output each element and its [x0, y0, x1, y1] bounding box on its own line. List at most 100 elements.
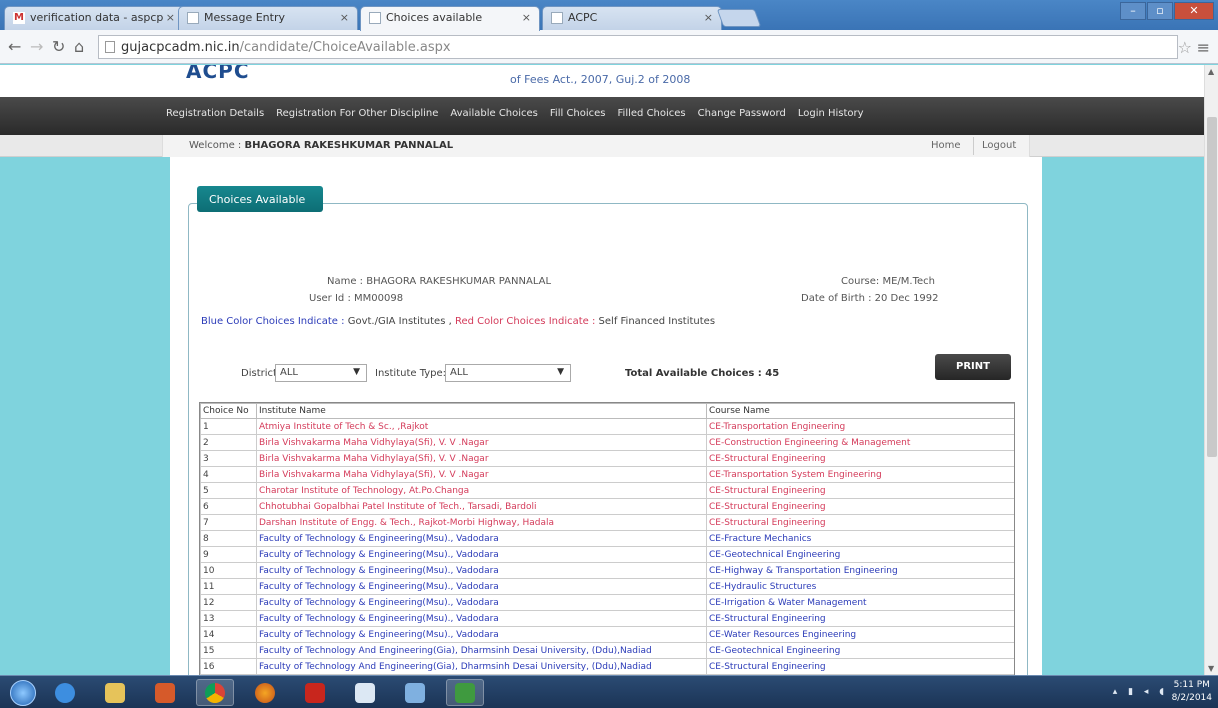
taskbar-ie[interactable] [46, 679, 84, 706]
course-name: CE-Structural Engineering [706, 450, 1014, 467]
scroll-down-icon[interactable]: ▼ [1208, 664, 1214, 673]
menu-fill-choices[interactable]: Fill Choices [550, 108, 606, 119]
table-row: 10 Faculty of Technology & Engineering(Ms… [200, 562, 1014, 579]
institute-name: Birla Vishvakarma Maha Vidhylaya(Sfi), V… [256, 466, 707, 483]
col-institute-name: Institute Name [256, 403, 707, 419]
chrome-menu-icon[interactable]: ≡ [1197, 38, 1210, 57]
taskbar-paint[interactable] [396, 679, 434, 706]
excel-icon [455, 682, 475, 703]
choice-no: 1 [200, 418, 257, 435]
candidate-userid: User Id : MM00098 [309, 293, 404, 304]
forward-icon[interactable]: → [30, 37, 43, 56]
taskbar: ▴ ▮ ◂ ◖ 5:11 PM 8/2/2014 [0, 675, 1218, 708]
tab-choices-available[interactable]: Choices available × [360, 6, 540, 31]
table-row: 4 Birla Vishvakarma Maha Vidhylaya(Sfi), … [200, 466, 1014, 483]
welcome-text: Welcome : BHAGORA RAKESHKUMAR PANNALAL [189, 140, 454, 151]
tab-verification-data[interactable]: Mverification data - aspcp × [4, 6, 184, 30]
col-course-name: Course Name [706, 403, 1014, 419]
course-name: CE-Structural Engineering [706, 514, 1014, 531]
institute-name: Birla Vishvakarma Maha Vidhylaya(Sfi), V… [256, 450, 707, 467]
choice-no: 12 [200, 594, 257, 611]
choice-no: 10 [200, 562, 257, 579]
close-tab-icon[interactable]: × [704, 11, 713, 24]
color-legend: Blue Color Choices Indicate : Govt./GIA … [201, 316, 716, 327]
institute-name: Faculty of Technology & Engineering(Msu)… [256, 594, 707, 611]
tab-message-entry[interactable]: Message Entry × [178, 6, 358, 30]
page-icon [105, 41, 115, 53]
taskbar-excel[interactable] [446, 679, 484, 706]
menu-registration-other-discipline[interactable]: Registration For Other Discipline [276, 108, 438, 119]
logout-link[interactable]: Logout [973, 137, 1016, 155]
notepad-icon [355, 682, 375, 703]
course-name: CE-Transportation Engineering [706, 418, 1014, 435]
institute-type-label: Institute Type: [375, 368, 447, 379]
print-button[interactable]: PRINT [935, 354, 1011, 380]
choice-no: 11 [200, 578, 257, 595]
internet-explorer-icon [55, 682, 75, 703]
taskbar-chrome[interactable] [196, 679, 234, 706]
table-row: 13 Faculty of Technology & Engineering(Ms… [200, 610, 1014, 627]
browser-toolbar: ← → ↻ ⌂ gujacpcadm.nic.in/candidate/Choi… [0, 30, 1218, 64]
institute-name: Faculty of Technology & Engineering(Msu)… [256, 546, 707, 563]
course-name: CE-Highway & Transportation Engineering [706, 562, 1014, 579]
new-tab-button[interactable] [716, 9, 762, 27]
home-link[interactable]: Home [931, 140, 961, 151]
table-row: 11 Faculty of Technology & Engineering(Ms… [200, 578, 1014, 595]
address-bar[interactable]: gujacpcadm.nic.in/candidate/ChoiceAvaila… [98, 35, 1178, 59]
course-name: CE-Structural Engineering [706, 498, 1014, 515]
table-row: 14 Faculty of Technology & Engineering(Ms… [200, 626, 1014, 643]
table-row: 1 Atmiya Institute of Tech & Sc., ,Rajkot… [200, 418, 1014, 435]
course-name: CE-Hydraulic Structures [706, 578, 1014, 595]
home-icon[interactable]: ⌂ [74, 37, 84, 56]
institute-name: Faculty of Technology And Engineering(Gi… [256, 658, 707, 675]
menu-login-history[interactable]: Login History [798, 108, 864, 119]
close-tab-icon[interactable]: × [166, 11, 175, 24]
minimize-button[interactable]: – [1120, 2, 1146, 20]
system-tray[interactable]: ▴ ▮ ◂ ◖ [1113, 687, 1168, 697]
course-name: CE-Construction Engineering & Management [706, 434, 1014, 451]
back-icon[interactable]: ← [8, 37, 21, 56]
course-name: CE-Fracture Mechanics [706, 530, 1014, 547]
close-tab-icon[interactable]: × [340, 11, 349, 24]
start-button[interactable] [4, 679, 42, 706]
choice-no: 6 [200, 498, 257, 515]
institute-type-select[interactable]: ALL ▼ [445, 364, 571, 382]
table-row: 3 Birla Vishvakarma Maha Vidhylaya(Sfi), … [200, 450, 1014, 467]
taskbar-office[interactable] [146, 679, 184, 706]
taskbar-acrobat[interactable] [296, 679, 334, 706]
table-row: 16 Faculty of Technology And Engineering(… [200, 658, 1014, 675]
restore-button[interactable]: ▫ [1147, 2, 1173, 20]
district-select[interactable]: ALL ▼ [275, 364, 367, 382]
taskbar-explorer[interactable] [96, 679, 134, 706]
menu-filled-choices[interactable]: Filled Choices [618, 108, 686, 119]
reload-icon[interactable]: ↻ [52, 37, 65, 56]
choice-no: 16 [200, 658, 257, 675]
institute-name: Faculty of Technology & Engineering(Msu)… [256, 562, 707, 579]
scroll-up-icon[interactable]: ▲ [1208, 67, 1214, 76]
bookmark-star-icon[interactable]: ☆ [1178, 38, 1192, 57]
choice-no: 15 [200, 642, 257, 659]
site-header: ACPC of Fees Act., 2007, Guj.2 of 2008 [0, 65, 1204, 97]
taskbar-firefox[interactable] [246, 679, 284, 706]
close-window-button[interactable]: ✕ [1174, 2, 1214, 20]
choice-no: 9 [200, 546, 257, 563]
clock[interactable]: 5:11 PM 8/2/2014 [1172, 679, 1212, 705]
scrollbar-thumb[interactable] [1207, 117, 1217, 457]
taskbar-notepad[interactable] [346, 679, 384, 706]
candidate-name: Name : BHAGORA RAKESHKUMAR PANNALAL [327, 276, 552, 287]
choice-no: 2 [200, 434, 257, 451]
page-scrollbar[interactable]: ▲ ▼ [1204, 65, 1218, 675]
choice-no: 5 [200, 482, 257, 499]
col-choice-no: Choice No [200, 403, 257, 419]
main-menu: Registration Details Registration For Ot… [0, 97, 1204, 135]
menu-registration-details[interactable]: Registration Details [166, 108, 264, 119]
menu-change-password[interactable]: Change Password [698, 108, 786, 119]
close-tab-icon[interactable]: × [522, 11, 531, 24]
course-name: CE-Transportation System Engineering [706, 466, 1014, 483]
dropdown-arrow-icon: ▼ [557, 367, 564, 377]
browser-tab-strip: Mverification data - aspcp × Message Ent… [0, 0, 1218, 31]
tab-acpc[interactable]: ACPC × [542, 6, 722, 30]
choice-no: 13 [200, 610, 257, 627]
institute-name: Faculty of Technology & Engineering(Msu)… [256, 626, 707, 643]
menu-available-choices[interactable]: Available Choices [450, 108, 538, 119]
